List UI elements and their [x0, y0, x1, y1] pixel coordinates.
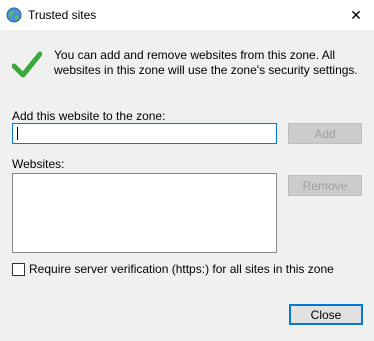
- info-message: You can add and remove websites from thi…: [54, 48, 358, 77]
- https-checkbox[interactable]: [12, 262, 25, 276]
- add-button[interactable]: Add: [288, 123, 362, 144]
- checkmark-icon: [11, 50, 43, 80]
- globe-icon: [6, 7, 22, 23]
- add-site-label: Add this website to the zone:: [12, 109, 166, 123]
- window-title: Trusted sites: [28, 8, 97, 22]
- close-icon: ✕: [350, 6, 362, 23]
- close-button[interactable]: Close: [289, 304, 363, 325]
- website-input[interactable]: [12, 123, 277, 144]
- https-option-row[interactable]: Require server verification (https:) for…: [12, 262, 334, 276]
- remove-button[interactable]: Remove: [288, 175, 362, 196]
- websites-label: Websites:: [12, 157, 65, 171]
- close-window-button[interactable]: ✕: [338, 0, 374, 30]
- https-checkbox-label: Require server verification (https:) for…: [29, 262, 334, 276]
- trusted-sites-dialog: Trusted sites ✕ You can add and remove w…: [0, 0, 374, 341]
- title-bar: Trusted sites ✕: [0, 0, 374, 30]
- websites-list[interactable]: [12, 173, 277, 253]
- text-caret: [17, 127, 18, 140]
